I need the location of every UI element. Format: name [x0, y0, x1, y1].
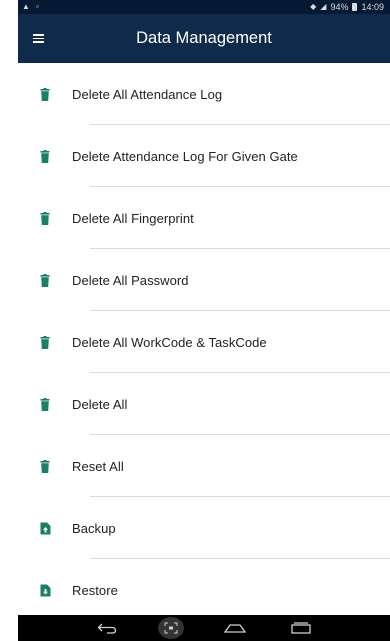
signal-icon: ◢ [320, 2, 327, 11]
list-item[interactable]: Delete All Attendance Log [18, 63, 390, 125]
trash-icon [18, 149, 72, 163]
wifi-icon: ◆ [310, 2, 317, 11]
list-item-label: Delete All Fingerprint [72, 210, 194, 226]
home-icon[interactable] [220, 617, 250, 639]
recents-icon[interactable] [286, 617, 316, 639]
list-item-label: Delete All [72, 396, 128, 412]
list-item-label: Restore [72, 582, 118, 598]
lock-icon: ▫ [35, 2, 39, 11]
trash-icon [18, 87, 72, 101]
list-item-label: Delete All Password [72, 272, 189, 288]
back-icon[interactable] [92, 617, 122, 639]
warning-icon: ▲ [22, 2, 30, 11]
list-item-label: Delete All WorkCode & TaskCode [72, 334, 267, 350]
battery-icon [352, 3, 358, 11]
status-right: ◆ ◢ 94% 14:09 [310, 2, 384, 12]
system-nav-bar [18, 615, 390, 641]
list-item[interactable]: Delete All [18, 373, 390, 435]
trash-icon [18, 211, 72, 225]
app-bar: Data Management [18, 14, 390, 63]
battery-percent: 94% [330, 2, 349, 12]
hamburger-menu-icon[interactable] [18, 14, 58, 63]
app-screen: ▲ ▫ ◆ ◢ 94% 14:09 Data Management Delete… [18, 0, 390, 641]
list-item-label: Reset All [72, 458, 124, 474]
list-item[interactable]: Restore [18, 559, 390, 621]
file-upload-icon [18, 522, 72, 535]
list-item-label: Delete Attendance Log For Given Gate [72, 148, 298, 164]
list-item[interactable]: Delete All Fingerprint [18, 187, 390, 249]
list-item-label: Backup [72, 520, 116, 536]
list-item-label: Delete All Attendance Log [72, 86, 223, 102]
screenshot-icon[interactable] [158, 617, 184, 639]
clock: 14:09 [361, 2, 384, 12]
device-frame: ▲ ▫ ◆ ◢ 94% 14:09 Data Management Delete… [0, 0, 390, 641]
list-item[interactable]: Delete Attendance Log For Given Gate [18, 125, 390, 187]
data-management-list: Delete All Attendance Log Delete Attendan… [18, 63, 390, 621]
trash-icon [18, 335, 72, 349]
status-bar: ▲ ▫ ◆ ◢ 94% 14:09 [18, 0, 390, 14]
list-item[interactable]: Delete All Password [18, 249, 390, 311]
list-item[interactable]: Reset All [18, 435, 390, 497]
list-item[interactable]: Backup [18, 497, 390, 559]
trash-icon [18, 459, 72, 473]
file-download-icon [18, 584, 72, 597]
list-item[interactable]: Delete All WorkCode & TaskCode [18, 311, 390, 373]
status-left: ▲ ▫ [22, 3, 39, 11]
page-title: Data Management [136, 29, 272, 47]
trash-icon [18, 397, 72, 411]
trash-icon [18, 273, 72, 287]
